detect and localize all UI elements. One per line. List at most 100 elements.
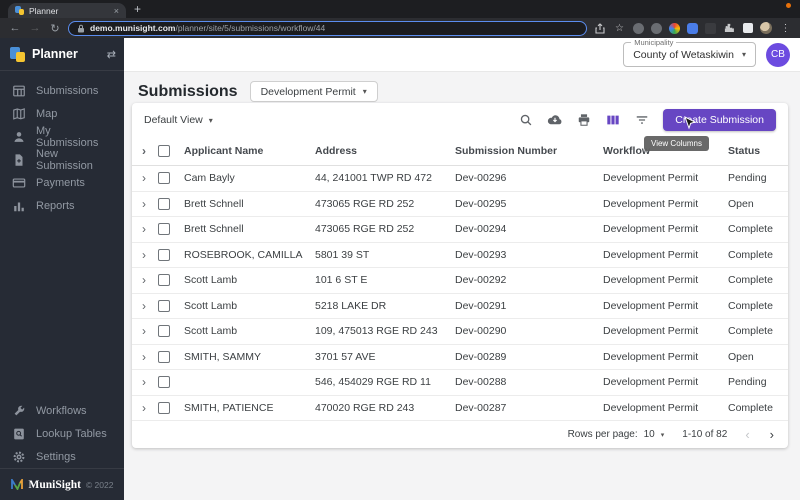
view-selector[interactable]: Default View ▾ [144, 114, 213, 126]
table-row[interactable]: › Scott Lamb 109, 475013 RGE RD 243 Dev-… [132, 319, 788, 345]
browser-tab[interactable]: Planner × [8, 3, 126, 18]
column-header-applicant[interactable]: Applicant Name [184, 145, 315, 157]
expand-row-icon[interactable]: › [142, 351, 158, 363]
previous-page-icon[interactable]: ‹ [745, 427, 749, 442]
table-row[interactable]: › SMITH, SAMMY 3701 57 AVE Dev-00289 Dev… [132, 345, 788, 370]
row-checkbox[interactable] [158, 376, 170, 389]
forward-icon[interactable]: → [28, 22, 42, 34]
sidebar-item-settings[interactable]: Settings [0, 445, 124, 468]
sidebar-item-my-submissions[interactable]: My Submissions [0, 125, 124, 149]
expand-row-icon[interactable]: › [142, 249, 158, 261]
row-checkbox[interactable] [158, 223, 170, 236]
back-icon[interactable]: ← [8, 22, 22, 34]
sidebar-item-new-submission[interactable]: New Submission [0, 148, 124, 172]
pagination-range: 1-10 of 82 [682, 429, 728, 440]
extension-icon[interactable] [633, 22, 644, 34]
filter-icon[interactable] [634, 112, 650, 128]
rows-per-page[interactable]: Rows per page: 10 ▾ [568, 429, 665, 440]
app-window: Planner ⇄ Submissions Map My Submissions… [0, 38, 800, 500]
sidebar-item-reports[interactable]: Reports [0, 194, 124, 217]
status-badge: Complete [728, 401, 773, 414]
address-bar[interactable]: demo.munisight.com/planner/site/5/submis… [68, 20, 587, 36]
view-columns-icon[interactable] [605, 112, 621, 128]
print-icon[interactable] [576, 112, 592, 128]
bookmark-star-icon[interactable]: ☆ [613, 22, 626, 35]
row-checkbox[interactable] [158, 197, 170, 210]
side-panel-icon[interactable] [743, 23, 753, 33]
table-row[interactable]: › Scott Lamb 101 6 ST E Dev-00292 Develo… [132, 268, 788, 294]
expand-all-icon[interactable]: › [142, 145, 158, 157]
map-icon [13, 107, 25, 120]
row-checkbox[interactable] [158, 350, 170, 363]
toolbar-icons: Create Submission [518, 109, 776, 131]
munisight-logo [10, 479, 23, 490]
book-search-icon [14, 428, 24, 439]
select-all-checkbox[interactable] [158, 145, 170, 157]
municipality-label: Municipality [631, 38, 677, 47]
expand-row-icon[interactable]: › [142, 376, 158, 388]
row-checkbox[interactable] [158, 325, 170, 338]
table-row[interactable]: › Brett Schnell 473065 RGE RD 252 Dev-00… [132, 192, 788, 217]
browser-profile-avatar[interactable] [760, 22, 772, 34]
download-icon[interactable] [547, 112, 563, 128]
expand-row-icon[interactable]: › [142, 223, 158, 235]
extension-icon[interactable] [651, 22, 662, 34]
table-row[interactable]: › Scott Lamb 5218 LAKE DR Dev-00291 Deve… [132, 294, 788, 319]
next-page-icon[interactable]: › [770, 427, 774, 442]
status-badge: Complete [728, 248, 773, 261]
new-tab-button[interactable]: + [134, 2, 141, 16]
share-icon[interactable] [593, 22, 606, 35]
sidebar-item-workflows[interactable]: Workflows [0, 399, 124, 422]
column-header-status[interactable]: Status [728, 145, 788, 157]
table-row[interactable]: › ROSEBROOK, CAMILLA 5801 39 ST Dev-0029… [132, 243, 788, 268]
expand-row-icon[interactable]: › [142, 198, 158, 210]
extensions-puzzle-icon[interactable] [723, 22, 736, 35]
reload-icon[interactable]: ↻ [48, 22, 62, 35]
extension-icon[interactable] [669, 22, 680, 34]
row-checkbox[interactable] [158, 172, 170, 185]
table-row[interactable]: › 546, 454029 RGE RD 11 Dev-00288 Develo… [132, 370, 788, 396]
municipality-select[interactable]: Municipality County of Wetaskiwin ▾ [623, 38, 756, 67]
brand-name: MuniSight [28, 478, 81, 491]
expand-row-icon[interactable]: › [142, 172, 158, 184]
url-path: /planner/site/5/submissions/workflow/44 [175, 23, 326, 33]
extension-icon[interactable] [687, 22, 698, 34]
sidebar-collapse-icon[interactable]: ⇄ [107, 48, 116, 61]
workflow-filter-dropdown[interactable]: Development Permit ▾ [249, 81, 378, 102]
expand-row-icon[interactable]: › [142, 402, 158, 414]
tab-close-icon[interactable]: × [114, 6, 119, 16]
sidebar-footer: MuniSight © 2022 [0, 468, 124, 500]
tab-title: Planner [29, 5, 59, 16]
sidebar-item-lookup-tables[interactable]: Lookup Tables [0, 422, 124, 445]
table-pagination: Rows per page: 10 ▾ 1-10 of 82 ‹ › [132, 421, 788, 448]
table-row[interactable]: › SMITH, PATIENCE 470020 RGE RD 243 Dev-… [132, 396, 788, 421]
expand-row-icon[interactable]: › [142, 274, 158, 286]
extension-icon[interactable] [705, 22, 716, 34]
expand-row-icon[interactable]: › [142, 325, 158, 337]
user-avatar[interactable]: CB [766, 42, 790, 67]
row-checkbox[interactable] [158, 401, 170, 414]
row-checkbox[interactable] [158, 248, 170, 261]
app-name: Planner [32, 47, 78, 61]
submissions-card: Default View ▾ Create Submission View Co… [132, 103, 788, 448]
status-badge: Pending [728, 376, 767, 389]
create-submission-button[interactable]: Create Submission [663, 109, 776, 131]
table-row[interactable]: › Brett Schnell 473065 RGE RD 252 Dev-00… [132, 217, 788, 243]
pagination-nav: ‹ › [745, 427, 774, 442]
column-header-address[interactable]: Address [315, 145, 455, 157]
sidebar-item-map[interactable]: Map [0, 102, 124, 125]
row-checkbox[interactable] [158, 274, 170, 287]
table-row[interactable]: › Cam Bayly 44, 241001 TWP RD 472 Dev-00… [132, 166, 788, 192]
app-header: Municipality County of Wetaskiwin ▾ CB [124, 38, 800, 72]
expand-row-icon[interactable]: › [142, 300, 158, 312]
search-icon[interactable] [518, 112, 534, 128]
tab-favicon [15, 6, 24, 15]
row-checkbox[interactable] [158, 299, 170, 312]
sidebar-item-submissions[interactable]: Submissions [0, 79, 124, 102]
chevron-down-icon: ▾ [208, 115, 213, 125]
column-header-submission-number[interactable]: Submission Number [455, 145, 603, 157]
status-badge: Open [728, 197, 754, 210]
sidebar-item-payments[interactable]: Payments [0, 171, 124, 194]
browser-menu-icon[interactable]: ⋮ [779, 22, 792, 35]
browser-update-badge [786, 3, 791, 8]
